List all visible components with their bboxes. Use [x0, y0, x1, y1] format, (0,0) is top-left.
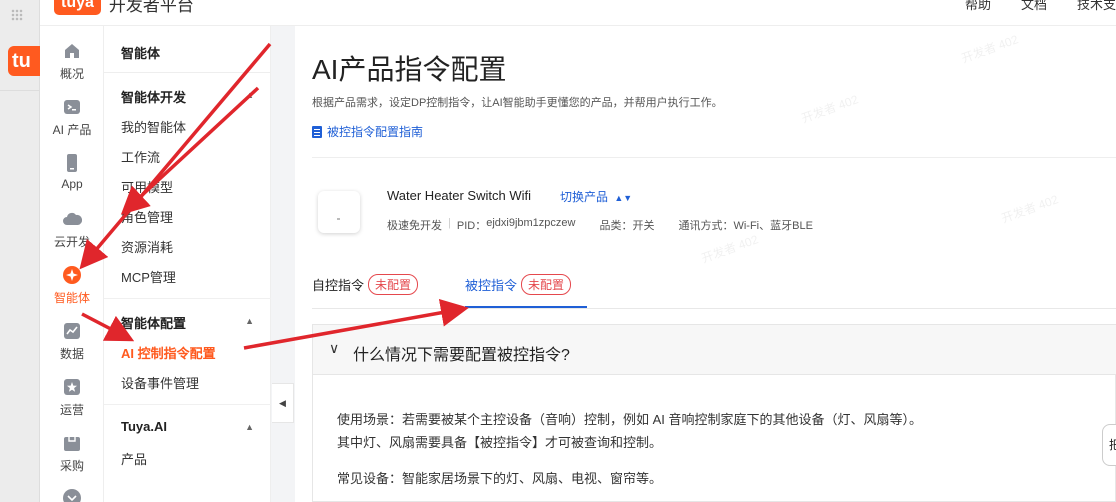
submenu-item-my-agents[interactable]: 我的智能体 [121, 117, 186, 136]
pid-label: PID： [456, 220, 487, 232]
sidebar-item-label: 采购 [59, 459, 84, 473]
sort-caret-icon: ▲▼ [614, 193, 633, 203]
tuya-logo-background: tu [8, 46, 40, 76]
sidebar-item-data[interactable]: 数据 [40, 321, 104, 362]
submenu-item-device-events[interactable]: 设备事件管理 [121, 373, 199, 392]
brand[interactable]: tuya 开发者平台 [54, 0, 194, 15]
faq-question: 什么情况下需要配置被控指令? [353, 347, 570, 364]
sidebar-item-label: App [61, 177, 83, 191]
sidebar-item-label: 智能体 [53, 291, 90, 305]
caret-left-icon: ◀ [279, 397, 286, 408]
product-mode: 极速免开发 [387, 220, 442, 232]
chart-icon [64, 323, 80, 339]
sidebar-item-purchase[interactable]: 采购 [40, 433, 104, 474]
page-title: AI产品指令配置 [312, 54, 507, 85]
meta-separator: | [448, 217, 451, 229]
terminal-icon [64, 100, 80, 114]
faq-answer-line: 使用场景：若需要被某个主控设备（音响）控制，例如 AI 音响控制家庭下的其他设备… [337, 412, 923, 427]
divider [312, 157, 1116, 158]
product-thumbnail [318, 191, 360, 233]
primary-sidebar: 概况 AI 产品 App 云开发 智能体 数据 运营 采购 [40, 26, 104, 502]
tab-label: 自控指令 [312, 278, 365, 293]
divider [104, 72, 271, 73]
faq-answer-line: 其中灯、风扇需要具备【被控指令】才可被查询和控制。 [337, 435, 663, 450]
status-badge: 未配置 [521, 274, 572, 295]
sidebar-item-app[interactable]: App [40, 153, 104, 191]
product-category: 品类：开关 [599, 220, 655, 232]
sidebar-item-label: AI 产品 [52, 123, 92, 137]
guide-link-label: 被控指令配置指南 [327, 125, 424, 139]
tuya-logo: tuya [54, 0, 101, 15]
tab-self-control[interactable]: 自控指令 未配置 [312, 274, 419, 295]
submenu-group-agent-dev[interactable]: 智能体开发 [121, 87, 186, 106]
top-link-docs[interactable]: 文档 [1021, 0, 1047, 13]
top-link-help[interactable]: 帮助 [965, 0, 991, 13]
document-icon [312, 125, 322, 138]
brand-name: 开发者平台 [108, 0, 194, 15]
tab-bar: 自控指令 未配置 被控指令 未配置 [312, 271, 1116, 309]
top-link-support[interactable]: 技术支 [1077, 0, 1116, 13]
divider [104, 298, 271, 299]
submenu-item-models[interactable]: 可用模型 [121, 177, 173, 196]
caret-up-icon[interactable]: ▲ [245, 422, 254, 432]
submenu-group-agent-config[interactable]: 智能体配置 [121, 313, 186, 332]
divider [104, 404, 271, 405]
product-pid: ejdxi9jbm1zpczew [486, 217, 576, 229]
faq-answer-line: 常见设备：智能家居场景下的灯、风扇、电视、窗帘等。 [337, 471, 663, 486]
cart-icon [64, 437, 80, 451]
browser-side-strip: tu [0, 0, 40, 502]
chevron-circle-icon [63, 489, 81, 502]
phone-icon [67, 154, 77, 172]
submenu-group-tuya-ai[interactable]: Tuya.AI [121, 419, 167, 434]
faq-panel: ∨ 什么情况下需要配置被控指令? 使用场景：若需要被某个主控设备（音响）控制，例… [312, 324, 1116, 502]
faq-header[interactable]: ∨ 什么情况下需要配置被控指令? [313, 325, 1116, 375]
divider [0, 90, 40, 91]
sidebar-item-label: 概况 [59, 67, 84, 81]
product-name: Water Heater Switch Wifi [387, 188, 531, 203]
submenu-item-roles[interactable]: 角色管理 [121, 207, 173, 226]
sidebar-item-label: 运营 [59, 403, 84, 417]
tab-controlled[interactable]: 被控指令 未配置 [465, 274, 572, 295]
sidebar-item-more[interactable] [40, 488, 104, 502]
submenu-title: 智能体 [121, 46, 161, 61]
chevron-down-icon: ∨ [329, 340, 340, 356]
switch-product-label: 切换产品 [560, 190, 609, 204]
caret-up-icon[interactable]: ▲ [245, 90, 254, 100]
switch-product-dropdown[interactable]: 切换产品 ▲▼ [560, 188, 632, 205]
collapse-sidebar-button[interactable]: ◀ [272, 383, 294, 423]
submenu-item-product[interactable]: 产品 [121, 449, 147, 468]
submenu-item-mcp[interactable]: MCP管理 [121, 267, 176, 286]
submenu-item-ai-control[interactable]: AI 控制指令配置 [121, 343, 216, 362]
sidebar-item-overview[interactable]: 概况 [40, 41, 104, 82]
caret-up-icon[interactable]: ▲ [245, 316, 254, 326]
main-content: AI产品指令配置 根据产品需求，设定DP控制指令，让AI智能助手更懂您的产品，并… [295, 26, 1116, 502]
sidebar-item-agent[interactable]: 智能体 [40, 265, 104, 306]
submenu-item-workflow[interactable]: 工作流 [121, 147, 160, 166]
top-bar: tuya 开发者平台 帮助 文档 技术支 [40, 0, 1116, 26]
page-description: 根据产品需求，设定DP控制指令，让AI智能助手更懂您的产品，并帮用户执行工作。 [312, 97, 723, 109]
submenu-item-usage[interactable]: 资源消耗 [121, 237, 173, 256]
product-meta: 极速免开发 | PID： ejdxi9jbm1zpczew 品类：开关 通讯方式… [387, 217, 813, 233]
home-icon [65, 44, 79, 58]
apps-grid-icon[interactable] [11, 9, 23, 21]
help-widget-button[interactable]: 把 [1102, 424, 1116, 466]
product-comm: 通讯方式：Wi-Fi、蓝牙BLE [678, 220, 813, 232]
sidebar-item-ai-product[interactable]: AI 产品 [40, 97, 104, 138]
cloud-icon [63, 212, 82, 225]
screen: tu tuya 开发者平台 帮助 文档 技术支 概况 AI 产品 App 云开发… [0, 0, 1116, 502]
sidebar-item-label: 云开发 [53, 235, 90, 249]
sidebar-item-cloud[interactable]: 云开发 [40, 209, 104, 250]
active-tab-indicator [465, 306, 587, 308]
guide-link[interactable]: 被控指令配置指南 [312, 123, 423, 140]
status-badge: 未配置 [368, 274, 419, 295]
sidebar-item-label: 数据 [59, 347, 84, 361]
top-links: 帮助 文档 技术支 [965, 0, 1116, 13]
agent-icon [63, 266, 81, 284]
tab-label: 被控指令 [465, 278, 518, 293]
sidebar-item-operations[interactable]: 运营 [40, 377, 104, 418]
star-icon [64, 379, 80, 395]
secondary-sidebar: 智能体 智能体开发 ▲ 我的智能体 工作流 可用模型 角色管理 资源消耗 MCP… [104, 26, 271, 502]
